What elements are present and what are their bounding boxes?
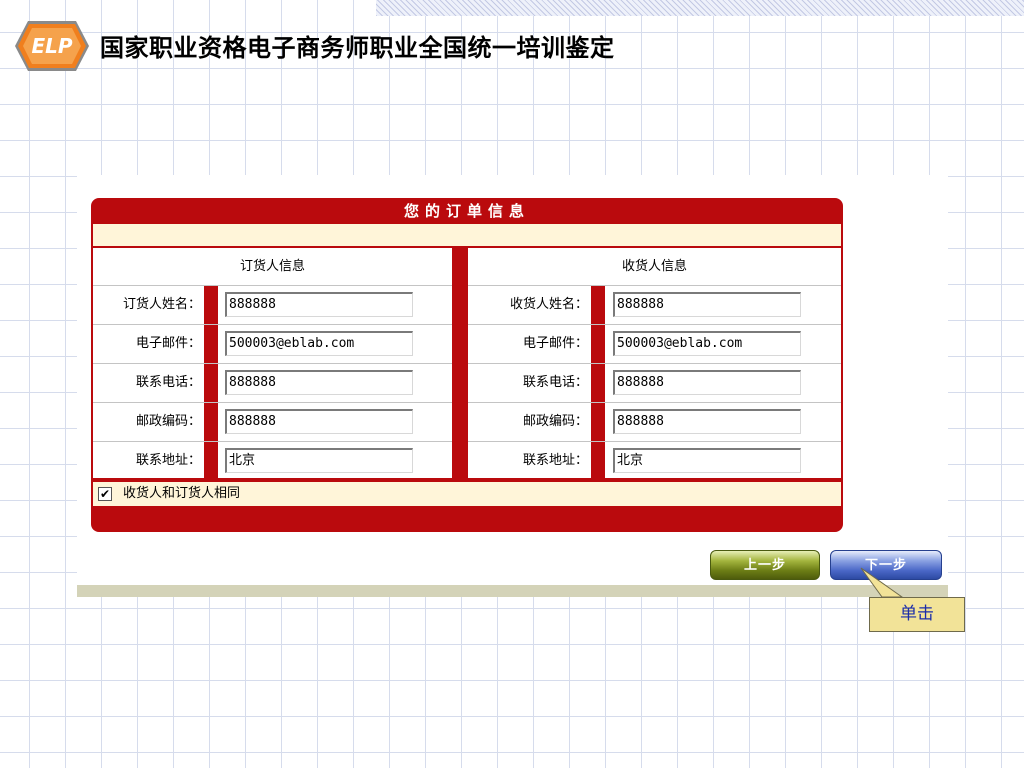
- receiver-zip-input[interactable]: 888888: [613, 409, 801, 434]
- receiver-zip-row: 邮政编码： 888888: [468, 403, 841, 442]
- receiver-email-input[interactable]: 500003@eblab.com: [613, 331, 801, 356]
- receiver-section: 收货人信息 收货人姓名： 888888 电子邮件： 500003@eblab.c…: [468, 248, 841, 481]
- click-callout: 单击: [869, 597, 965, 632]
- same-as-orderer-label[interactable]: 收货人和订货人相同: [123, 482, 240, 506]
- orderer-name-row: 订货人姓名： 888888: [93, 286, 452, 325]
- same-as-orderer-row: ✔ 收货人和订货人相同: [93, 482, 841, 506]
- panel-title: 您的订单信息: [403, 202, 530, 220]
- receiver-email-label: 电子邮件：: [522, 336, 588, 351]
- row-divider: [591, 403, 605, 441]
- orderer-name-input[interactable]: 888888: [225, 292, 413, 317]
- orderer-address-input[interactable]: 北京: [225, 448, 413, 473]
- orderer-email-label: 电子邮件：: [135, 336, 201, 351]
- row-divider: [204, 403, 218, 441]
- row-divider: [591, 364, 605, 402]
- receiver-phone-input[interactable]: 888888: [613, 370, 801, 395]
- row-divider: [591, 286, 605, 324]
- receiver-name-input[interactable]: 888888: [613, 292, 801, 317]
- orderer-email-input[interactable]: 500003@eblab.com: [225, 331, 413, 356]
- row-divider: [204, 364, 218, 402]
- top-hatch-band: [376, 0, 1024, 16]
- panel-top-strip: [93, 224, 841, 246]
- receiver-zip-label: 邮政编码：: [522, 414, 588, 429]
- orderer-name-label: 订货人姓名：: [122, 297, 201, 312]
- receiver-email-row: 电子邮件： 500003@eblab.com: [468, 325, 841, 364]
- orderer-address-row: 联系地址： 北京: [93, 442, 452, 481]
- receiver-address-input[interactable]: 北京: [613, 448, 801, 473]
- receiver-name-label: 收货人姓名：: [509, 297, 588, 312]
- receiver-name-row: 收货人姓名： 888888: [468, 286, 841, 325]
- row-divider: [204, 442, 218, 480]
- elp-logo-icon: ELP: [15, 21, 89, 71]
- order-info-panel: 您的订单信息 订货人信息 订货人姓名： 888888 电子邮件： 500003@…: [91, 198, 843, 532]
- orderer-zip-input[interactable]: 888888: [225, 409, 413, 434]
- orderer-zip-row: 邮政编码： 888888: [93, 403, 452, 442]
- prev-step-button[interactable]: 上一步: [710, 550, 820, 580]
- orderer-zip-label: 邮政编码：: [135, 414, 201, 429]
- receiver-address-row: 联系地址： 北京: [468, 442, 841, 481]
- orderer-phone-input[interactable]: 888888: [225, 370, 413, 395]
- row-divider: [591, 325, 605, 363]
- orderer-phone-row: 联系电话： 888888: [93, 364, 452, 403]
- receiver-phone-row: 联系电话： 888888: [468, 364, 841, 403]
- receiver-header: 收货人信息: [468, 248, 841, 286]
- content-footer-bar: [77, 585, 948, 597]
- orderer-section: 订货人信息 订货人姓名： 888888 电子邮件： 500003@eblab.c…: [93, 248, 452, 481]
- orderer-header: 订货人信息: [93, 248, 452, 286]
- receiver-phone-label: 联系电话：: [522, 375, 588, 390]
- row-divider: [591, 442, 605, 480]
- row-divider: [204, 286, 218, 324]
- receiver-address-label: 联系地址：: [522, 453, 588, 468]
- svg-text:ELP: ELP: [31, 34, 72, 58]
- row-divider: [204, 325, 218, 363]
- orderer-email-row: 电子邮件： 500003@eblab.com: [93, 325, 452, 364]
- page-title: 国家职业资格电子商务师职业全国统一培训鉴定: [100, 34, 615, 62]
- orderer-phone-label: 联系电话：: [135, 375, 201, 390]
- same-as-orderer-checkbox[interactable]: ✔: [98, 487, 112, 501]
- orderer-address-label: 联系地址：: [135, 453, 201, 468]
